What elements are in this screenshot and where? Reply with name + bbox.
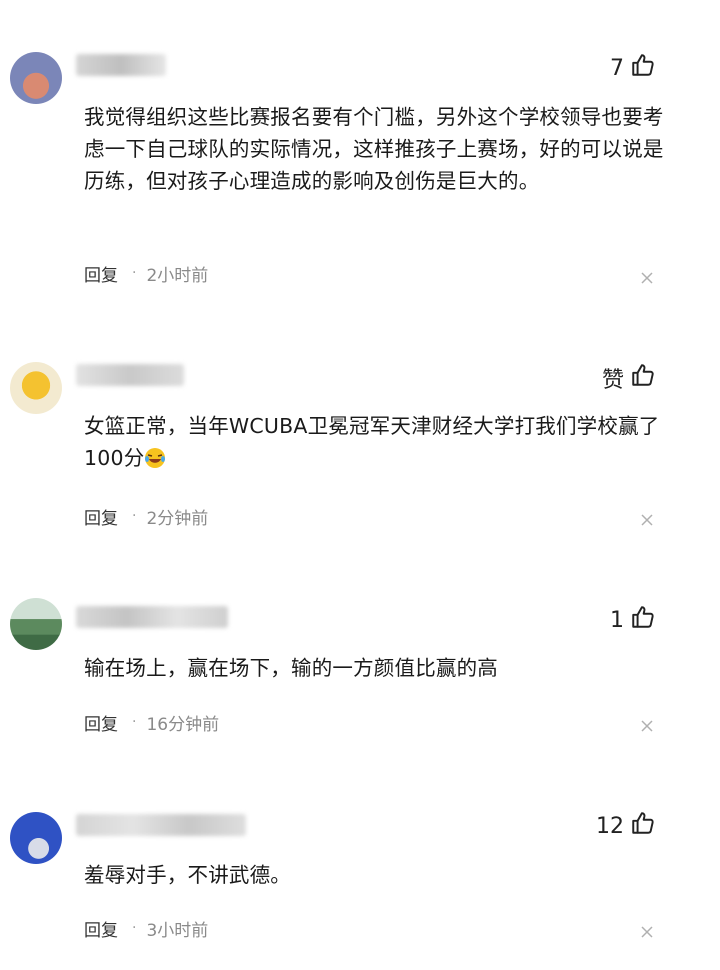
separator-dot: · — [132, 920, 137, 936]
reply-button[interactable]: 回复 — [84, 504, 118, 529]
separator-dot: · — [132, 265, 137, 281]
close-icon[interactable] — [640, 924, 654, 938]
reply-button[interactable]: 回复 — [84, 710, 118, 735]
comment-meta: 回复 · 3小时前 — [84, 915, 208, 941]
separator-dot: · — [132, 508, 137, 524]
reply-button[interactable]: 回复 — [84, 916, 118, 941]
like-label: 赞 — [601, 368, 624, 393]
comment-text-body: 女篮正常，当年WCUBA卫冕冠军天津财经大学打我们学校赢了100分 — [84, 414, 660, 470]
timestamp: 2小时前 — [146, 265, 209, 286]
avatar[interactable] — [10, 598, 62, 650]
thumbs-up-icon — [630, 810, 656, 842]
like-count: 12 — [596, 813, 624, 839]
close-icon[interactable] — [640, 270, 654, 284]
avatar[interactable] — [10, 52, 62, 104]
reply-button[interactable]: 回复 — [84, 261, 118, 286]
thumbs-up-icon — [630, 604, 656, 636]
timestamp: 16分钟前 — [146, 714, 220, 735]
comment-text: 我觉得组织这些比赛报名要有个门槛，另外这个学校领导也要考虑一下自己球队的实际情况… — [84, 105, 664, 193]
like-count: 7 — [610, 55, 624, 81]
timestamp: 2分钟前 — [146, 508, 209, 529]
username-blurred[interactable] — [76, 54, 166, 76]
avatar[interactable] — [10, 812, 62, 864]
username-blurred[interactable] — [76, 814, 246, 836]
username-blurred[interactable] — [76, 606, 228, 628]
like-button[interactable]: 1 — [610, 606, 656, 634]
like-button[interactable]: 赞 — [601, 362, 656, 394]
username-blurred[interactable] — [76, 364, 184, 386]
close-icon[interactable] — [640, 718, 654, 732]
comment-meta: 回复 · 2小时前 — [84, 260, 208, 286]
timestamp: 3小时前 — [146, 920, 209, 941]
comment-text: 羞辱对手，不讲武德。 — [84, 863, 291, 887]
comment-meta: 回复 · 16分钟前 — [84, 709, 219, 735]
thumbs-up-icon — [630, 52, 656, 84]
laughing-crying-emoji-icon — [144, 446, 166, 468]
comment-text: 输在场上，赢在场下，输的一方颜值比赢的高 — [84, 656, 498, 680]
like-button[interactable]: 12 — [596, 812, 656, 840]
thumbs-up-icon — [630, 362, 656, 394]
like-button[interactable]: 7 — [610, 54, 656, 82]
comment-meta: 回复 · 2分钟前 — [84, 503, 208, 529]
like-count: 1 — [610, 607, 624, 633]
avatar[interactable] — [10, 362, 62, 414]
close-icon[interactable] — [640, 512, 654, 526]
separator-dot: · — [132, 714, 137, 730]
comment-text: 女篮正常，当年WCUBA卫冕冠军天津财经大学打我们学校赢了100分 — [84, 410, 674, 474]
